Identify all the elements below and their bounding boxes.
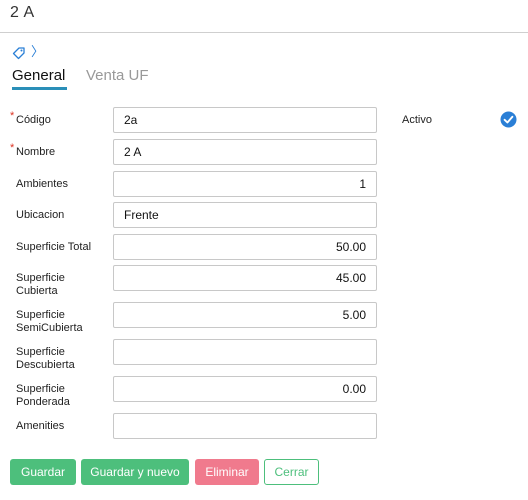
- superficie-descubierta-input[interactable]: [113, 339, 377, 365]
- tab-venta-uf[interactable]: Venta UF: [86, 67, 149, 84]
- superficie-ponderada-input[interactable]: 0.00: [113, 376, 377, 402]
- superficie-total-label: Superficie Total: [16, 241, 92, 253]
- check-circle-icon[interactable]: [500, 111, 517, 128]
- nombre-input[interactable]: 2 A: [113, 139, 377, 165]
- label-line: Descubierta: [16, 359, 75, 371]
- page-title: 2 A: [10, 4, 35, 21]
- save-and-new-button[interactable]: Guardar y nuevo: [81, 459, 189, 485]
- chevron-right-icon[interactable]: 〉: [31, 45, 44, 59]
- superficie-cubierta-input[interactable]: 45.00: [113, 265, 377, 291]
- tab-general[interactable]: General: [12, 67, 65, 84]
- title-divider: [0, 32, 528, 33]
- save-button[interactable]: Guardar: [10, 459, 76, 485]
- label-line: Ponderada: [16, 396, 70, 408]
- superficie-total-input[interactable]: 50.00: [113, 234, 377, 260]
- nombre-label: Nombre: [16, 146, 56, 158]
- superficie-descubierta-label: Superficie Descubierta: [16, 346, 75, 372]
- label-line: Superficie: [16, 309, 65, 321]
- ambientes-label: Ambientes: [16, 178, 68, 190]
- label-line: SemiCubierta: [16, 322, 83, 334]
- label-line: Superficie: [16, 346, 65, 358]
- superficie-ponderada-label: Superficie Ponderada: [16, 383, 70, 409]
- superficie-cubierta-label: Superficie Cubierta: [16, 272, 65, 298]
- codigo-input[interactable]: 2a: [113, 107, 377, 133]
- amenities-input[interactable]: [113, 413, 377, 439]
- superficie-semicubierta-label: Superficie SemiCubierta: [16, 309, 83, 335]
- required-marker: *: [10, 142, 15, 154]
- close-button[interactable]: Cerrar: [264, 459, 319, 485]
- ubicacion-label: Ubicacion: [16, 209, 65, 221]
- amenities-label: Amenities: [16, 420, 65, 432]
- codigo-label: Código: [16, 114, 51, 126]
- active-tab-indicator: [12, 87, 67, 90]
- ambientes-input[interactable]: 1: [113, 171, 377, 197]
- ubicacion-input[interactable]: Frente: [113, 202, 377, 228]
- required-marker: *: [10, 110, 15, 122]
- activo-label: Activo: [402, 114, 432, 126]
- superficie-semicubierta-input[interactable]: 5.00: [113, 302, 377, 328]
- label-line: Superficie: [16, 383, 65, 395]
- label-line: Cubierta: [16, 285, 58, 297]
- tag-icon[interactable]: [12, 46, 26, 60]
- label-line: Superficie: [16, 272, 65, 284]
- delete-button[interactable]: Eliminar: [195, 459, 259, 485]
